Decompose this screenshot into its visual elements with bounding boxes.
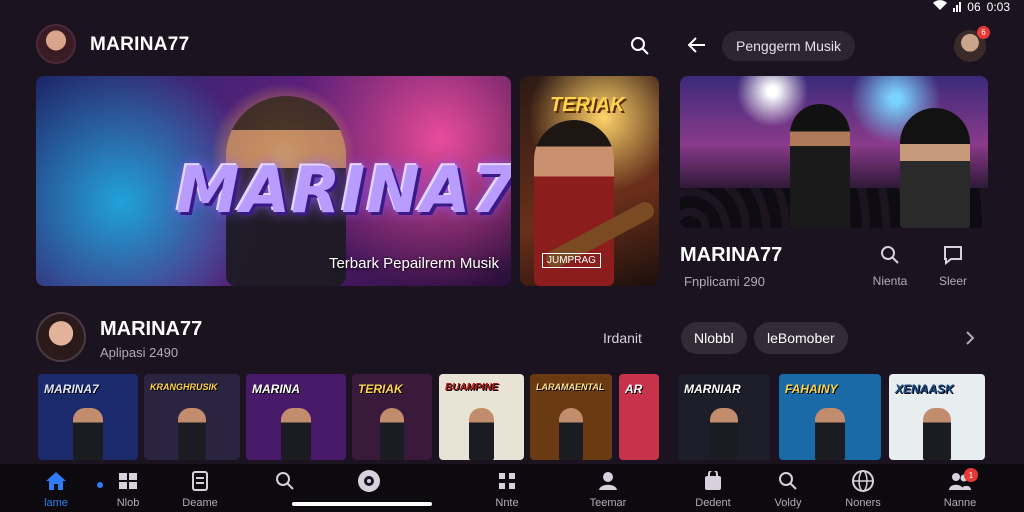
nav-explore[interactable]: Voldy — [756, 470, 820, 509]
action-chat-label: Sleer — [938, 274, 967, 288]
status-bar: 06 0:03 — [933, 0, 1010, 14]
thumbnail-card[interactable]: FAHAINY — [779, 374, 881, 460]
thumbnail-artist-image — [380, 408, 404, 460]
nav-friends[interactable]: Nanne — [928, 470, 992, 509]
nav-player[interactable] — [337, 470, 401, 497]
right-panel-subtitle: Fnplicami 290 — [684, 274, 765, 289]
wifi-icon — [933, 0, 948, 14]
grid-icon — [119, 473, 137, 489]
side-banner[interactable]: TERIAK JUMPRAG — [520, 76, 659, 286]
thumbnail-card[interactable]: LARAMAENTAL — [530, 374, 612, 460]
thumbnail-title: AR — [625, 382, 643, 396]
thumbnail-card[interactable]: MARNIAR — [678, 374, 770, 460]
nav-friends-label: Nanne — [943, 497, 977, 509]
nav-profile[interactable]: Teemar — [576, 470, 640, 509]
nav-notification-badge: 1 — [964, 468, 978, 482]
nav-global-label: Noners — [845, 497, 881, 509]
next-button[interactable] — [960, 327, 980, 349]
side-banner-title: TERIAK — [550, 94, 625, 116]
search-icon — [631, 37, 649, 55]
thumbnail-card[interactable]: AR — [619, 374, 659, 460]
performer-image — [900, 108, 970, 228]
action-search-button[interactable]: Nienta — [865, 242, 915, 288]
search-icon — [779, 472, 797, 490]
thumbnail-card[interactable]: TERIAK — [352, 374, 432, 460]
nav-search[interactable] — [253, 470, 317, 497]
thumbnail-card[interactable]: MARINA7 — [38, 374, 138, 460]
nav-home-label: lame — [44, 497, 68, 509]
nav-home[interactable]: lame — [24, 470, 88, 509]
search-icon — [276, 472, 294, 490]
chat-icon — [944, 246, 962, 265]
chevron-right-icon — [966, 331, 975, 345]
filter-chip[interactable]: Nlobbl — [681, 322, 747, 354]
nav-library-label: Nlob — [116, 497, 140, 509]
thumbnail-artist-image — [468, 408, 495, 460]
channel-title: MARINA77 — [100, 318, 203, 340]
thumbnail-title: MARINA — [252, 382, 300, 396]
nav-store[interactable]: Dedent — [681, 470, 745, 509]
nav-global[interactable]: Noners — [831, 470, 895, 509]
thumbnail-title: KRANGHRUSIK — [150, 382, 218, 392]
notification-badge: 6 — [977, 26, 990, 39]
app-brand: MARINA77 — [90, 34, 190, 55]
thumbnail-title: TERIAK — [358, 382, 403, 396]
thumbnail-artist-image — [558, 408, 584, 460]
arrow-left-icon — [688, 37, 705, 53]
thumbnail-artist-image — [814, 408, 846, 460]
profile-avatar[interactable] — [36, 24, 76, 64]
search-icon — [881, 246, 899, 264]
right-panel-title: MARINA77 — [680, 244, 783, 266]
nav-documents[interactable]: Deame — [168, 470, 232, 509]
nav-explore-label: Voldy — [774, 497, 802, 509]
signal-icon — [953, 2, 962, 12]
home-indicator-bar[interactable] — [292, 502, 432, 506]
status-time: 0:03 — [986, 0, 1010, 14]
thumbnail-card[interactable]: XENAASK — [889, 374, 985, 460]
home-icon — [46, 472, 66, 490]
nav-notes-label: Nnte — [495, 497, 519, 509]
filter-chip[interactable]: leBomober — [754, 322, 848, 354]
status-indicator: 06 — [967, 0, 981, 14]
apps-icon — [499, 473, 515, 489]
disc-icon — [358, 470, 380, 492]
thumbnail-card[interactable]: BUAMPINE — [439, 374, 524, 460]
thumbnail-title: MARINA7 — [44, 382, 99, 396]
back-button[interactable] — [684, 32, 710, 58]
thumbnail-title: BUAMPINE — [445, 382, 499, 393]
document-icon — [192, 471, 208, 491]
page-title-pill[interactable]: Penggerm Musik — [722, 31, 856, 61]
action-chat-button[interactable]: Sleer — [928, 242, 978, 288]
action-search-label: Nienta — [872, 274, 908, 288]
thumbnail-artist-image — [177, 408, 207, 460]
thumbnail-card[interactable]: KRANGHRUSIK — [144, 374, 240, 460]
nav-profile-label: Teemar — [589, 497, 627, 509]
thumbnail-artist-image — [710, 408, 738, 460]
side-banner-tag: JUMPRAG — [542, 253, 601, 268]
thumbnail-title: LARAMAENTAL — [536, 382, 605, 392]
banner-logo: MARINA7 — [176, 154, 511, 228]
section-label[interactable]: Irdanit — [603, 330, 642, 346]
nav-documents-label: Deame — [182, 497, 218, 509]
channel-avatar[interactable] — [36, 312, 86, 362]
guitarist-image — [790, 104, 850, 228]
user-icon — [599, 472, 617, 490]
nav-store-label: Dedent — [695, 497, 731, 509]
bag-icon — [705, 471, 721, 490]
banner-caption: Terbark Pepailrerm Musik — [328, 255, 499, 272]
thumbnail-artist-image — [281, 408, 311, 460]
nav-library[interactable]: Nlob — [96, 470, 160, 509]
channel-subtitle: Aplipasi 2490 — [100, 345, 179, 360]
search-button[interactable] — [626, 32, 654, 60]
thumbnail-artist-image — [73, 408, 103, 460]
thumbnail-card[interactable]: MARINA — [246, 374, 346, 460]
globe-icon — [852, 470, 874, 492]
thumbnail-title: XENAASK — [895, 382, 954, 396]
concert-banner[interactable] — [680, 76, 988, 228]
featured-banner[interactable]: MARINA7 Terbark Pepailrerm Musik — [36, 76, 511, 286]
thumbnail-artist-image — [922, 408, 952, 460]
thumbnail-title: FAHAINY — [785, 382, 838, 396]
thumbnail-title: MARNIAR — [684, 382, 741, 396]
nav-notes[interactable]: Nnte — [475, 470, 539, 509]
